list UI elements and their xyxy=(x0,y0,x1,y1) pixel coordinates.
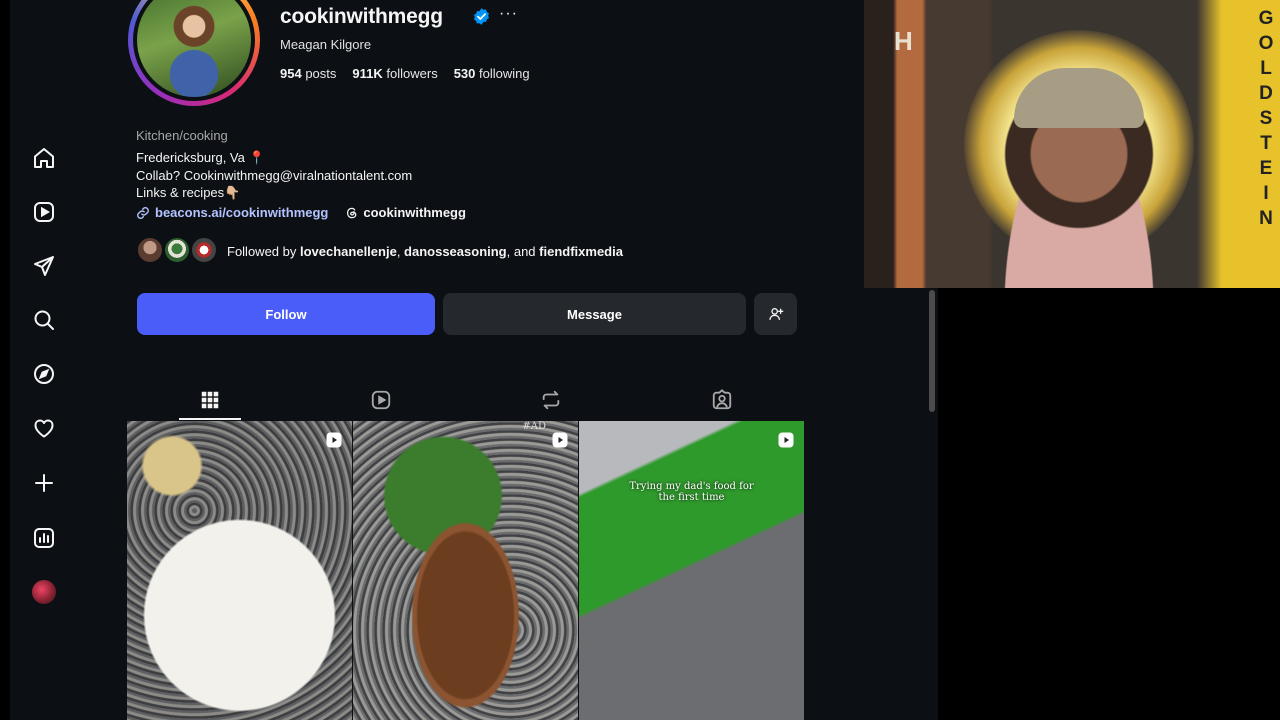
bio-line-collab: Collab? Cookinwithmegg@viralnationtalent… xyxy=(136,167,413,183)
sidebar-nav xyxy=(10,0,80,720)
profile-username: cookinwithmegg xyxy=(280,5,443,28)
webcam-sign: GOLDSTEIN xyxy=(1258,8,1274,229)
profile-avatar-large[interactable] xyxy=(128,0,260,106)
follower-avatar-2 xyxy=(163,236,191,264)
reel-icon xyxy=(552,432,568,448)
profile-tabs xyxy=(126,380,806,420)
profile-bio: Fredericksburg, Va 📍 Collab? Cookinwithm… xyxy=(136,149,412,202)
dashboard-icon[interactable] xyxy=(32,526,56,550)
followed-by-text: Followed by lovechanellenje, danosseason… xyxy=(227,243,623,259)
reels-icon[interactable] xyxy=(32,200,56,224)
create-icon[interactable] xyxy=(32,471,56,495)
grid-icon xyxy=(201,391,219,409)
reels-icon xyxy=(371,390,391,410)
follow-button[interactable]: Follow xyxy=(137,293,435,335)
posts-grid: #AD Trying my dad's food for the first t… xyxy=(127,421,805,720)
post-thumbnail[interactable]: Trying my dad's food for the first time xyxy=(579,421,804,720)
external-link[interactable]: beacons.ai/cookinwithmegg xyxy=(136,205,328,220)
notifications-icon[interactable] xyxy=(32,416,56,440)
scrollbar[interactable] xyxy=(926,288,938,720)
reel-icon xyxy=(778,432,794,448)
threads-icon xyxy=(347,207,357,218)
profile-links: beacons.ai/cookinwithmegg cookinwithmegg xyxy=(136,205,466,220)
suggested-users-button[interactable] xyxy=(754,293,797,335)
post-thumbnail[interactable] xyxy=(127,421,352,720)
post-ad-tag: #AD xyxy=(522,421,546,432)
active-tab-indicator xyxy=(179,418,241,420)
search-icon[interactable] xyxy=(32,308,56,332)
instagram-window: cookinwithmegg ··· Meagan Kilgore 954 po… xyxy=(0,0,938,720)
tab-reposts[interactable] xyxy=(520,380,582,420)
following-stat[interactable]: 530 following xyxy=(454,66,530,81)
post-thumbnail[interactable]: #AD xyxy=(353,421,578,720)
bio-line-location: Fredericksburg, Va 📍 xyxy=(136,150,265,165)
messages-icon[interactable] xyxy=(32,254,56,278)
profile-full-name: Meagan Kilgore xyxy=(280,37,372,52)
more-options-icon[interactable]: ··· xyxy=(499,5,518,23)
profile-category: Kitchen/cooking xyxy=(136,128,228,143)
posts-stat: 954 posts xyxy=(280,66,337,81)
tab-reels[interactable] xyxy=(350,380,412,420)
webcam-overlay: H GOLDSTEIN xyxy=(864,0,1280,288)
post-caption: Trying my dad's food for the first time xyxy=(629,481,754,503)
add-person-icon xyxy=(768,308,783,320)
external-link-text: beacons.ai/cookinwithmegg xyxy=(155,205,329,220)
followed-by[interactable]: Followed by lovechanellenje, danosseason… xyxy=(136,236,623,266)
profile-avatar[interactable] xyxy=(32,580,56,604)
followers-stat[interactable]: 911K followers xyxy=(352,66,437,81)
verified-badge-icon xyxy=(474,8,489,25)
tagged-icon xyxy=(712,389,732,410)
threads-handle-text: cookinwithmegg xyxy=(363,205,466,220)
window-edge xyxy=(0,0,10,720)
tab-posts[interactable] xyxy=(179,380,241,420)
profile-stats: 954 posts 911K followers 530 following xyxy=(280,66,530,81)
reposts-icon xyxy=(542,390,560,410)
bio-line-links: Links & recipes👇🏼 xyxy=(136,185,241,200)
home-icon[interactable] xyxy=(32,146,56,170)
avatar-photo xyxy=(137,0,251,97)
follower-avatar-3 xyxy=(190,236,218,264)
scrollbar-thumb[interactable] xyxy=(929,290,935,412)
follower-avatar-1 xyxy=(136,236,164,264)
followed-by-avatars xyxy=(136,236,222,266)
link-icon xyxy=(137,206,149,219)
webcam-sign-left: H xyxy=(894,26,913,56)
explore-icon[interactable] xyxy=(32,362,56,386)
message-button[interactable]: Message xyxy=(443,293,746,335)
tab-tagged[interactable] xyxy=(691,380,753,420)
threads-link[interactable]: cookinwithmegg xyxy=(345,205,466,220)
reel-icon xyxy=(326,432,342,448)
